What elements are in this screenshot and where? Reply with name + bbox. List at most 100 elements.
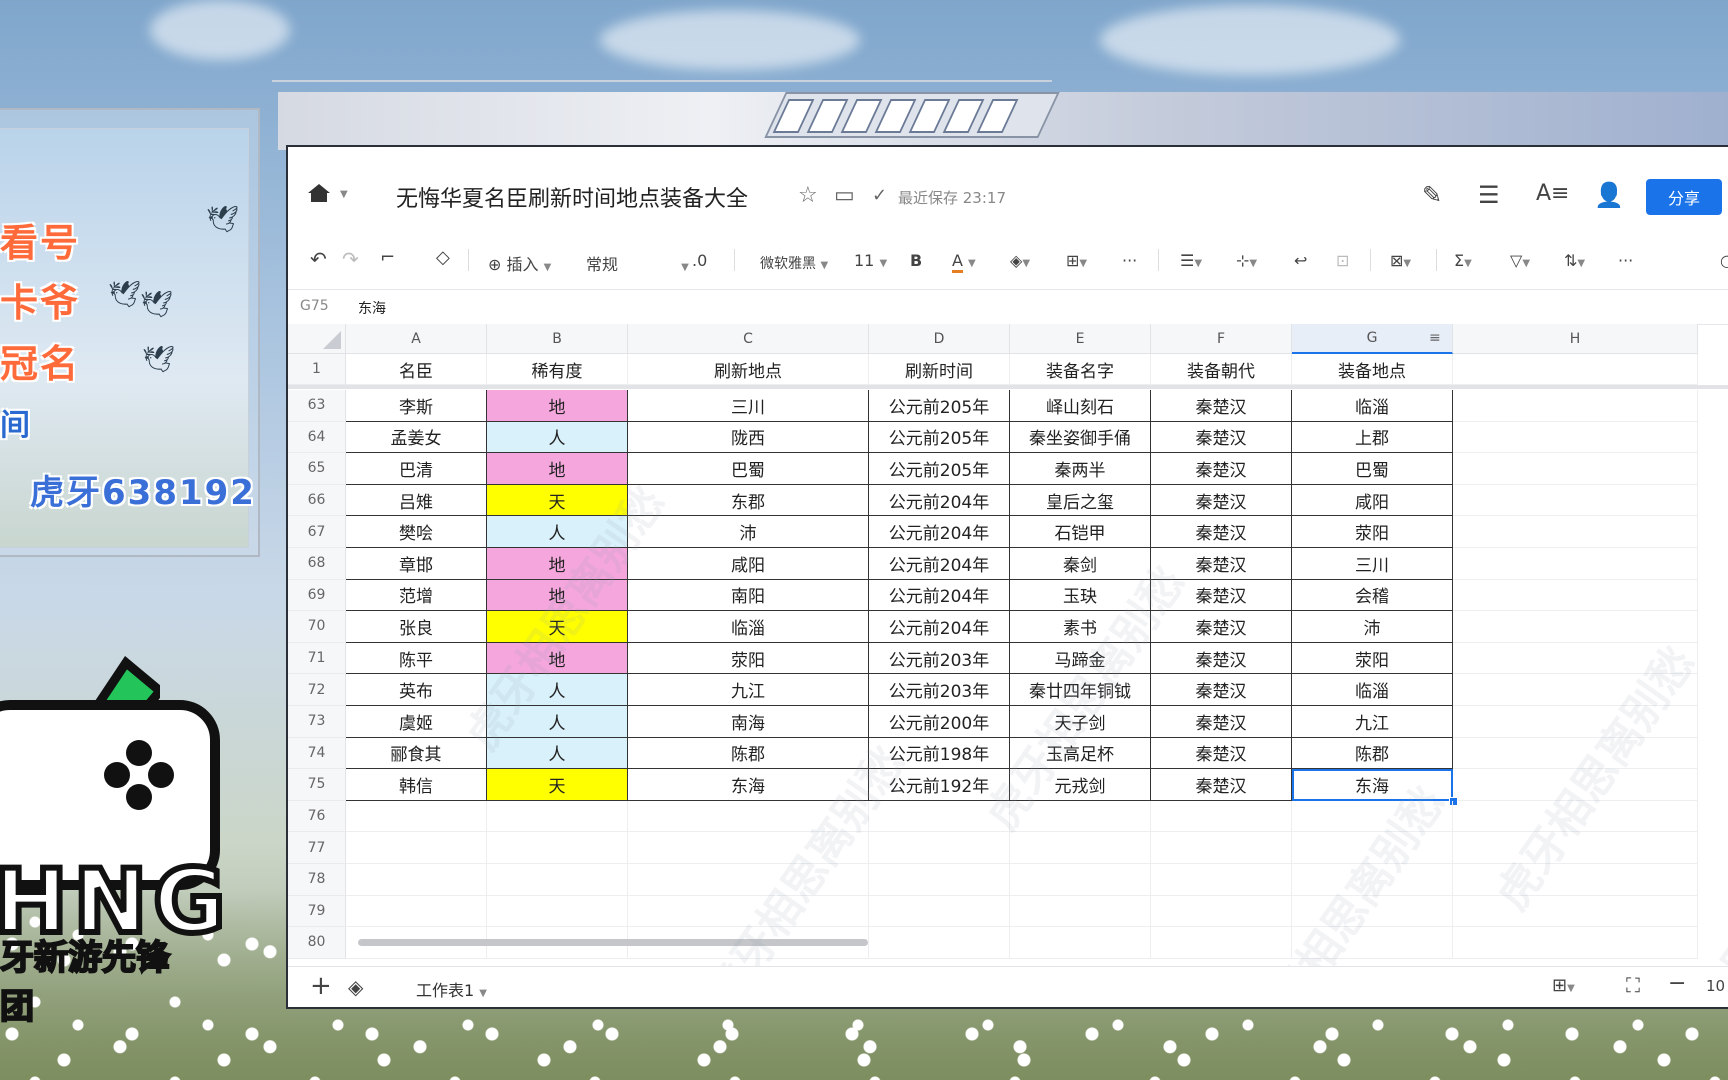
table-cell[interactable]: 玉高足杯 bbox=[1010, 737, 1151, 770]
empty-cell[interactable] bbox=[487, 895, 628, 928]
home-icon[interactable] bbox=[308, 184, 330, 202]
header-cell[interactable]: 刷新时间 bbox=[869, 354, 1010, 385]
empty-cell[interactable] bbox=[1453, 421, 1698, 454]
empty-cell[interactable] bbox=[1151, 864, 1292, 896]
table-cell[interactable]: 荥阳 bbox=[1292, 642, 1453, 675]
table-cell[interactable]: 秦楚汉 bbox=[1151, 390, 1292, 422]
row-header[interactable]: 67 bbox=[288, 516, 346, 548]
table-cell[interactable]: 临淄 bbox=[628, 611, 869, 643]
table-cell[interactable]: 公元前205年 bbox=[869, 453, 1010, 485]
share-button[interactable]: 分享 bbox=[1646, 179, 1722, 215]
table-cell[interactable]: 九江 bbox=[1292, 706, 1453, 738]
empty-cell[interactable] bbox=[346, 895, 487, 928]
empty-cell[interactable] bbox=[1453, 864, 1698, 896]
table-cell[interactable]: 陈郡 bbox=[628, 737, 869, 770]
decimal-button[interactable]: .0 bbox=[692, 251, 707, 270]
home-menu-caret-icon[interactable]: ▼ bbox=[340, 189, 348, 200]
table-cell[interactable]: 秦楚汉 bbox=[1151, 516, 1292, 548]
empty-cell[interactable] bbox=[628, 800, 869, 833]
number-format-select[interactable]: 常规 ▼ bbox=[586, 251, 689, 275]
row-header[interactable]: 79 bbox=[288, 895, 346, 928]
filter-icon[interactable]: ▽▼ bbox=[1510, 251, 1530, 270]
rarity-cell[interactable]: 天 bbox=[487, 484, 628, 517]
table-cell[interactable]: 公元前205年 bbox=[869, 390, 1010, 422]
table-cell[interactable]: 三川 bbox=[1292, 548, 1453, 580]
sum-icon[interactable]: Σ▼ bbox=[1454, 251, 1472, 270]
table-cell[interactable]: 公元前203年 bbox=[869, 642, 1010, 675]
table-cell[interactable]: 秦楚汉 bbox=[1151, 421, 1292, 454]
sheets-layer-icon[interactable]: ◈ bbox=[348, 975, 363, 999]
font-size-select[interactable]: 11 ▼ bbox=[854, 251, 887, 270]
header-cell[interactable]: 装备名字 bbox=[1010, 354, 1151, 385]
empty-cell[interactable] bbox=[1453, 390, 1698, 422]
empty-cell[interactable] bbox=[1010, 864, 1151, 896]
empty-cell[interactable] bbox=[1010, 800, 1151, 833]
table-cell[interactable]: 公元前205年 bbox=[869, 421, 1010, 454]
table-cell[interactable]: 陈平 bbox=[346, 642, 487, 675]
table-cell[interactable]: 公元前203年 bbox=[869, 674, 1010, 706]
table-cell[interactable]: 咸阳 bbox=[628, 548, 869, 580]
empty-cell[interactable] bbox=[1453, 832, 1698, 864]
table-cell[interactable]: 李斯 bbox=[346, 390, 487, 422]
table-cell[interactable]: 公元前204年 bbox=[869, 484, 1010, 517]
row-header[interactable]: 78 bbox=[288, 864, 346, 896]
table-cell[interactable]: 公元前200年 bbox=[869, 706, 1010, 738]
merge-cells-icon[interactable]: ⊡ bbox=[1336, 251, 1349, 270]
empty-cell[interactable] bbox=[1292, 800, 1453, 833]
table-cell[interactable]: 秦楚汉 bbox=[1151, 611, 1292, 643]
table-cell[interactable]: 东海 bbox=[628, 769, 869, 801]
column-header-b[interactable]: B bbox=[487, 324, 628, 354]
table-cell[interactable]: 公元前198年 bbox=[869, 737, 1010, 770]
row-header[interactable]: 68 bbox=[288, 548, 346, 580]
rarity-cell[interactable]: 地 bbox=[487, 390, 628, 422]
rarity-cell[interactable]: 人 bbox=[487, 516, 628, 548]
table-cell[interactable]: 章邯 bbox=[346, 548, 487, 580]
row-header[interactable]: 71 bbox=[288, 642, 346, 675]
table-cell[interactable]: 巴蜀 bbox=[628, 453, 869, 485]
conditional-format-icon[interactable]: ⊠▼ bbox=[1390, 251, 1411, 270]
empty-cell[interactable] bbox=[869, 800, 1010, 833]
table-cell[interactable]: 临淄 bbox=[1292, 390, 1453, 422]
column-filter-icon[interactable]: ≡ bbox=[1429, 330, 1441, 346]
table-cell[interactable]: 南阳 bbox=[628, 579, 869, 612]
empty-cell[interactable] bbox=[1453, 706, 1698, 738]
rarity-cell[interactable]: 地 bbox=[487, 642, 628, 675]
table-cell[interactable]: 会稽 bbox=[1292, 579, 1453, 612]
redo-icon[interactable]: ↷ bbox=[342, 247, 359, 271]
table-cell[interactable]: 范增 bbox=[346, 579, 487, 612]
table-cell[interactable]: 英布 bbox=[346, 674, 487, 706]
borders-icon[interactable]: ⊞▼ bbox=[1066, 251, 1087, 270]
table-cell[interactable]: 郦食其 bbox=[346, 737, 487, 770]
table-cell[interactable]: 秦楚汉 bbox=[1151, 642, 1292, 675]
empty-cell[interactable] bbox=[1453, 579, 1698, 612]
column-header-f[interactable]: F bbox=[1151, 324, 1292, 354]
table-cell[interactable]: 秦楚汉 bbox=[1151, 769, 1292, 801]
empty-cell[interactable] bbox=[1453, 453, 1698, 485]
header-cell[interactable]: 稀有度 bbox=[487, 354, 628, 385]
rarity-cell[interactable]: 人 bbox=[487, 737, 628, 770]
empty-cell[interactable] bbox=[869, 895, 1010, 928]
table-cell[interactable]: 张良 bbox=[346, 611, 487, 643]
bold-button[interactable]: B bbox=[910, 251, 922, 270]
table-cell[interactable]: 皇后之玺 bbox=[1010, 484, 1151, 517]
empty-cell[interactable] bbox=[1151, 800, 1292, 833]
header-cell[interactable]: 装备朝代 bbox=[1151, 354, 1292, 385]
cell-reference[interactable]: G75 bbox=[300, 298, 329, 314]
table-cell[interactable]: 秦楚汉 bbox=[1151, 484, 1292, 517]
empty-cell[interactable] bbox=[1292, 927, 1453, 959]
empty-cell[interactable] bbox=[1453, 642, 1698, 675]
row-header[interactable]: 76 bbox=[288, 800, 346, 833]
table-cell[interactable]: 陈郡 bbox=[1292, 737, 1453, 770]
table-cell[interactable]: 秦楚汉 bbox=[1151, 579, 1292, 612]
empty-cell[interactable] bbox=[1292, 864, 1453, 896]
empty-cell[interactable] bbox=[1453, 611, 1698, 643]
format-painter-icon[interactable]: ⌐ bbox=[380, 247, 395, 268]
add-sheet-icon[interactable]: + bbox=[310, 971, 332, 1001]
insert-button[interactable]: ⊕ 插入 ▼ bbox=[488, 251, 551, 275]
empty-cell[interactable] bbox=[1010, 895, 1151, 928]
table-cell[interactable]: 公元前192年 bbox=[869, 769, 1010, 801]
horizontal-scrollbar[interactable] bbox=[358, 938, 868, 946]
table-cell[interactable]: 虞姬 bbox=[346, 706, 487, 738]
empty-cell[interactable] bbox=[1453, 927, 1698, 959]
clear-format-icon[interactable]: ◇ bbox=[436, 247, 450, 268]
